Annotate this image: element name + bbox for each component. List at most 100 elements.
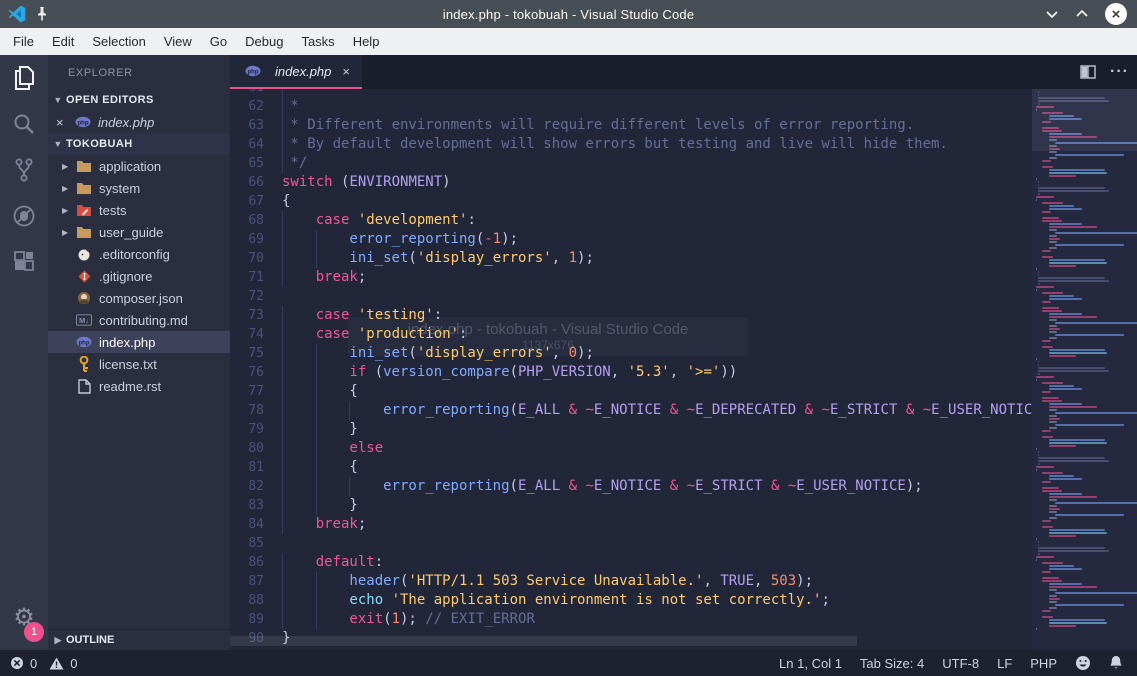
menu-file[interactable]: File	[4, 30, 43, 53]
cursor-position[interactable]: Ln 1, Col 1	[779, 656, 842, 671]
tree-file-composerjson[interactable]: composer.json	[48, 287, 230, 309]
tree-item-label: user_guide	[99, 225, 163, 240]
tree-file-gitignore[interactable]: .gitignore	[48, 265, 230, 287]
minimap-line	[1049, 406, 1098, 408]
bell-icon[interactable]	[1109, 655, 1123, 671]
line-number: 73	[230, 306, 282, 325]
tree-folder-user_guide[interactable]: ▶ user_guide	[48, 221, 230, 243]
code-line: 79}	[230, 420, 1032, 439]
code-line: 83}	[230, 496, 1032, 515]
tree-file-editorconfig[interactable]: .editorconfig	[48, 243, 230, 265]
minimap-line	[1038, 283, 1041, 285]
minimap-line	[1038, 187, 1106, 189]
tree-folder-application[interactable]: ▶application	[48, 155, 230, 177]
minimap-line	[1036, 433, 1137, 435]
menu-view[interactable]: View	[155, 30, 201, 53]
menu-selection[interactable]: Selection	[83, 30, 154, 53]
pin-icon[interactable]	[36, 7, 48, 21]
minimap-line	[1049, 625, 1076, 627]
minimap[interactable]	[1032, 89, 1137, 650]
tree-folder-system[interactable]: ▶system	[48, 177, 230, 199]
minimap-line	[1049, 229, 1057, 231]
maximize-button[interactable]	[1075, 9, 1089, 19]
minimap-line	[1036, 379, 1037, 381]
indent-guide	[349, 401, 383, 420]
tab-index-php[interactable]: php index.php ×	[230, 55, 362, 89]
tree-item-label: composer.json	[99, 291, 183, 306]
activity-search[interactable]	[0, 101, 48, 147]
activity-debug[interactable]	[0, 193, 48, 239]
close-editor-icon[interactable]: ×	[56, 115, 72, 130]
tree-file-licensetxt[interactable]: license.txt	[48, 353, 230, 375]
line-number: 65	[230, 154, 282, 173]
open-editors-header[interactable]: ▼ OPEN EDITORS	[48, 89, 230, 111]
tree-folder-tests[interactable]: ▶tests	[48, 199, 230, 221]
minimap-line	[1049, 529, 1106, 531]
encoding[interactable]: UTF-8	[942, 656, 979, 671]
minimap-line	[1036, 448, 1037, 450]
chevron-right-icon: ▶	[62, 206, 73, 215]
menu-help[interactable]: Help	[344, 30, 389, 53]
split-editor-icon[interactable]	[1080, 65, 1096, 79]
line-number: 68	[230, 211, 282, 230]
project-header[interactable]: ▼ TOKOBUAH	[48, 133, 230, 155]
horizontal-scrollbar[interactable]	[230, 636, 857, 646]
outline-section[interactable]: ▶ OUTLINE	[48, 629, 230, 650]
code-text: error_reporting(E_ALL & ~E_NOTICE & ~E_D…	[282, 401, 1032, 420]
line-number: 67	[230, 192, 282, 211]
tab-close-icon[interactable]: ×	[342, 64, 350, 79]
vscode-window: index.php - tokobuah - Visual Studio Cod…	[0, 0, 1137, 676]
minimap-line	[1055, 334, 1123, 336]
eol-type[interactable]: LF	[997, 656, 1012, 671]
line-number: 83	[230, 496, 282, 515]
folder-icon	[76, 158, 92, 174]
minimap-line	[1055, 322, 1137, 324]
menu-go[interactable]: Go	[201, 30, 236, 53]
minimap-line	[1042, 520, 1051, 522]
menu-debug[interactable]: Debug	[236, 30, 292, 53]
close-icon[interactable]: ×	[1105, 3, 1127, 25]
feedback-smiley-icon[interactable]	[1075, 655, 1091, 671]
warning-icon[interactable]	[49, 657, 64, 670]
menu-tasks[interactable]: Tasks	[292, 30, 343, 53]
indent-guide	[316, 420, 350, 439]
minimap-line	[1049, 313, 1082, 315]
tab-size[interactable]: Tab Size: 4	[860, 656, 924, 671]
files-icon	[12, 65, 36, 91]
tree-file-indexphp[interactable]: phpindex.php	[48, 331, 230, 353]
minimap-line	[1049, 403, 1082, 405]
tree-file-readmerst[interactable]: readme.rst	[48, 375, 230, 397]
more-actions-icon[interactable]: ···	[1110, 63, 1129, 81]
minimap-line	[1036, 613, 1137, 615]
minimize-button[interactable]	[1045, 9, 1059, 19]
line-number: 78	[230, 401, 282, 420]
code-line: 70ini_set('display_errors', 1);	[230, 249, 1032, 268]
open-editor-item[interactable]: ×phpindex.php	[48, 111, 230, 133]
line-number: 63	[230, 116, 282, 135]
line-number: 61	[230, 89, 282, 97]
code-text: else	[282, 439, 383, 458]
minimap-line	[1049, 331, 1057, 333]
minimap-line	[1042, 292, 1063, 294]
code-text: {	[282, 382, 358, 401]
menu-edit[interactable]: Edit	[43, 30, 83, 53]
activity-source-control[interactable]	[0, 147, 48, 193]
code-editor[interactable]: 61*62*63* Different environments will re…	[230, 89, 1032, 650]
gear-icon[interactable]: ⚙ 1	[0, 603, 48, 632]
minimap-line	[1049, 205, 1074, 207]
indent-guide	[282, 496, 316, 515]
chevron-right-icon: ▶	[62, 228, 73, 237]
activity-explorer[interactable]	[0, 55, 48, 101]
tab-bar: php index.php × ···	[230, 55, 1137, 89]
minimap-line	[1049, 493, 1082, 495]
tree-file-contributingmd[interactable]: M↓contributing.md	[48, 309, 230, 331]
minimap-line	[1049, 298, 1082, 300]
code-text: case 'development':	[282, 211, 476, 230]
editor-group: php index.php × ··· 61*62*63* Different …	[230, 55, 1137, 650]
minimap-line	[1049, 499, 1057, 501]
minimap-line	[1036, 178, 1037, 180]
activity-extensions[interactable]	[0, 239, 48, 285]
language-mode[interactable]: PHP	[1030, 656, 1057, 671]
error-icon[interactable]	[10, 656, 24, 670]
minimap-viewport[interactable]	[1032, 89, 1137, 151]
